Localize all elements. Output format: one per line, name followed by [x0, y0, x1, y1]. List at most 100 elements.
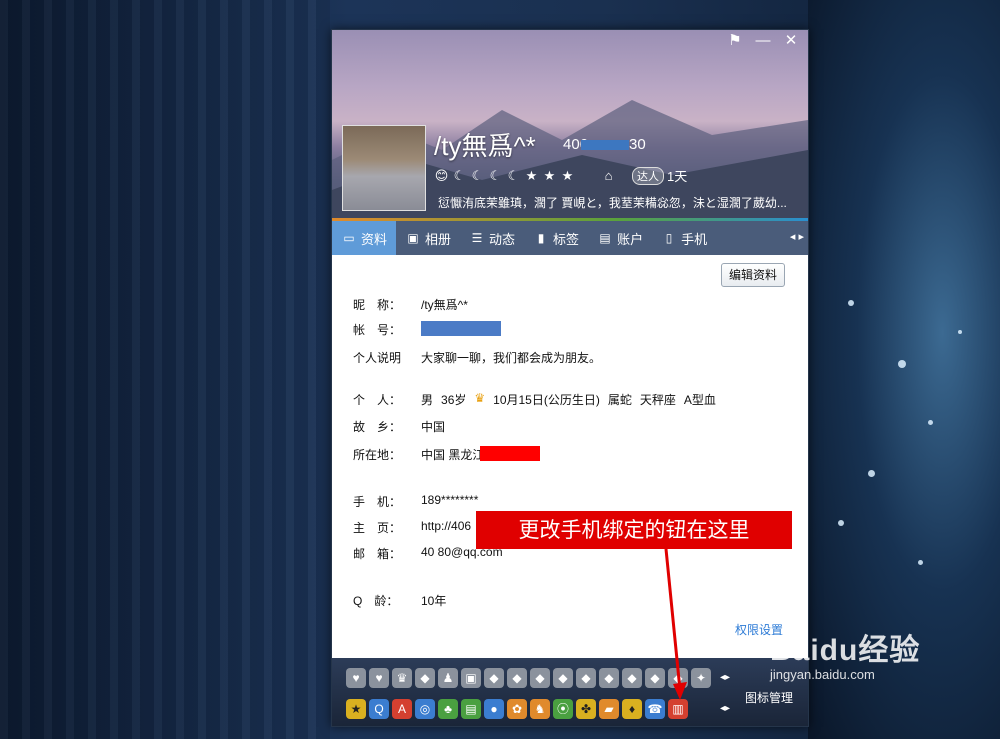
signature-text[interactable]: 愆懨洧底茉雖瑱，濶了 賈峴と，我荎茉糒惢忽，沬と湿濶了葳幼... — [438, 194, 787, 211]
camera-icon[interactable]: ◎ — [415, 699, 435, 719]
days-count: 1天 — [667, 169, 688, 184]
annotation-callout: 更改手机绑定的钮在这里 — [476, 511, 792, 549]
crown-icon[interactable]: ♛ — [392, 668, 412, 688]
minimize-button[interactable]: — — [752, 32, 774, 50]
gem-icon[interactable]: ♦ — [622, 699, 642, 719]
list-icon: ☰ — [471, 231, 483, 245]
moon-level-icon: ☾ — [471, 168, 484, 183]
lock-icon[interactable]: ⌂ — [601, 168, 616, 183]
level-row: 😊 ☾ ☾ ☾ ☾ ★ ★ ★ ⌂ 达人 1天 — [434, 166, 687, 185]
diamond-icon[interactable]: ◆ — [668, 668, 688, 688]
tab-label: 资料 — [361, 231, 388, 247]
diamond-icon[interactable]: ◆ — [507, 668, 527, 688]
star-icon[interactable]: ★ — [346, 699, 366, 719]
diamond-icon[interactable]: ◆ — [622, 668, 642, 688]
icon-row-scroll[interactable]: ◂▸ — [720, 672, 730, 683]
tab-album[interactable]: ▣ 相册 — [396, 221, 460, 255]
tab-label: 相册 — [425, 231, 452, 247]
watermark-brand: Baidu经验 — [770, 634, 921, 667]
profile-banner: ⚑ — ✕ /ty無爲^* 406 30 😊 ☾ ☾ ☾ ☾ ★ ★ ★ ⌂ 达… — [332, 30, 808, 220]
location-value: 中国 黑龙江 — [421, 448, 485, 462]
age-value: 36岁 — [441, 393, 467, 407]
diamond-icon[interactable]: ◆ — [530, 668, 550, 688]
pawn-icon[interactable]: ♟ — [438, 668, 458, 688]
heart-icon[interactable]: ♥ — [346, 668, 366, 688]
star-level-icon: ★ — [543, 168, 556, 183]
mobile-binding-icon[interactable]: ☎ — [645, 699, 665, 719]
profile-nickname: /ty無爲^* — [434, 131, 536, 161]
id-card-icon: ▭ — [343, 231, 355, 245]
star-sign-value: 天秤座 — [639, 393, 676, 407]
hometown-label: 故 乡： — [353, 420, 402, 434]
tab-scroll-arrows[interactable]: ◂ ▸ — [790, 230, 804, 243]
farm-icon[interactable]: ▤ — [461, 699, 481, 719]
qzone-icon[interactable]: Q — [369, 699, 389, 719]
diamond-icon[interactable]: ◆ — [415, 668, 435, 688]
email-label: 邮 箱： — [353, 547, 402, 561]
tab-account[interactable]: ▤ 账户 — [588, 221, 652, 255]
location-row: 所在地： 中国 黑龙江 — [353, 446, 541, 463]
homepage-value[interactable]: http://406 — [421, 519, 471, 536]
pet-icon[interactable]: ✤ — [576, 699, 596, 719]
phone-value: 189******** — [421, 493, 479, 507]
clover-icon[interactable]: ♣ — [438, 699, 458, 719]
birthday-value: 10月15日(公历生日) — [493, 393, 600, 407]
profile-window: ⚑ — ✕ /ty無爲^* 406 30 😊 ☾ ☾ ☾ ☾ ★ ★ ★ ⌂ 达… — [331, 29, 809, 727]
gift-icon[interactable]: ▥ — [668, 699, 688, 719]
qq-age-row: Q 龄： 10年 — [353, 592, 446, 609]
diamond-icon[interactable]: ◆ — [484, 668, 504, 688]
tab-profile[interactable]: ▭ 资料 — [332, 221, 397, 255]
target-icon[interactable]: ⦿ — [553, 699, 573, 719]
edit-profile-button[interactable]: 编辑资料 — [721, 263, 786, 287]
window-controls: ⚑ — ✕ — [724, 32, 802, 50]
account-label: 帐 号： — [353, 323, 402, 337]
briefcase-icon: ▤ — [599, 231, 611, 245]
qq-age-value: 10年 — [421, 594, 447, 608]
profile-tabs: ▭ 资料 ▣ 相册 ☰ 动态 ▮ 标签 ▤ 账户 ▯ 手机 — [332, 221, 808, 255]
icon-row-scroll[interactable]: ◂▸ — [720, 703, 730, 714]
sparkle-icon[interactable]: ✦ — [691, 668, 711, 688]
app-icon[interactable]: A — [392, 699, 412, 719]
qq-number-mask — [581, 140, 629, 150]
game-icon[interactable]: ▰ — [599, 699, 619, 719]
intro-value: 大家聊一聊，我们都会成为朋友。 — [421, 351, 602, 365]
intro-label: 个人说明 — [353, 351, 402, 365]
diamond-icon[interactable]: ◆ — [553, 668, 573, 688]
penguin-icon[interactable]: ● — [484, 699, 504, 719]
close-button[interactable]: ✕ — [780, 32, 802, 50]
screen-icon[interactable]: ▣ — [461, 668, 481, 688]
account-mask — [421, 321, 501, 336]
icon-row-bottom: ★ Q A ◎ ♣ ▤ ● ✿ ♞ ⦿ ✤ ▰ ♦ ☎ ▥ — [346, 699, 688, 719]
heart-icon[interactable]: ♥ — [369, 668, 389, 688]
horse-icon[interactable]: ♞ — [530, 699, 550, 719]
watermark-url: jingyan.baidu.com — [770, 667, 875, 682]
personal-label: 个 人： — [353, 393, 402, 407]
tab-label: 手机 — [681, 231, 708, 247]
service-icon-bar: ♥ ♥ ♛ ◆ ♟ ▣ ◆ ◆ ◆ ◆ ◆ ◆ ◆ ◆ ◆ ✦ ◂▸ 图标管理 … — [332, 658, 808, 726]
intro-row: 个人说明 大家聊一聊，我们都会成为朋友。 — [353, 349, 601, 366]
zodiac-value: 属蛇 — [607, 393, 632, 407]
tab-tags[interactable]: ▮ 标签 — [524, 221, 588, 255]
tab-label: 动态 — [489, 231, 516, 247]
pin-icon[interactable]: ⚑ — [724, 32, 746, 50]
nickname-row: 昵 称： /ty無爲^* — [353, 296, 468, 313]
diamond-icon[interactable]: ◆ — [645, 668, 665, 688]
moon-level-icon: ☾ — [489, 168, 502, 183]
location-mask — [480, 446, 541, 461]
expert-badge[interactable]: 达人 — [632, 166, 664, 185]
diamond-icon[interactable]: ◆ — [599, 668, 619, 688]
avatar[interactable] — [342, 125, 426, 211]
nickname-value: /ty無爲^* — [421, 298, 468, 312]
hometown-row: 故 乡： 中国 — [353, 418, 445, 435]
crown-icon: ♛ — [474, 391, 486, 405]
icon-manager-link[interactable]: 图标管理 — [745, 689, 793, 706]
photo-icon: ▣ — [407, 231, 419, 245]
star-level-icon: ★ — [525, 168, 538, 183]
flower-icon[interactable]: ✿ — [507, 699, 527, 719]
tab-mobile[interactable]: ▯ 手机 — [652, 221, 716, 255]
bookmark-icon: ▮ — [537, 231, 545, 245]
tab-feed[interactable]: ☰ 动态 — [460, 221, 524, 255]
gender-value: 男 — [421, 393, 434, 407]
diamond-icon[interactable]: ◆ — [576, 668, 596, 688]
star-level-icon: ★ — [561, 168, 574, 183]
